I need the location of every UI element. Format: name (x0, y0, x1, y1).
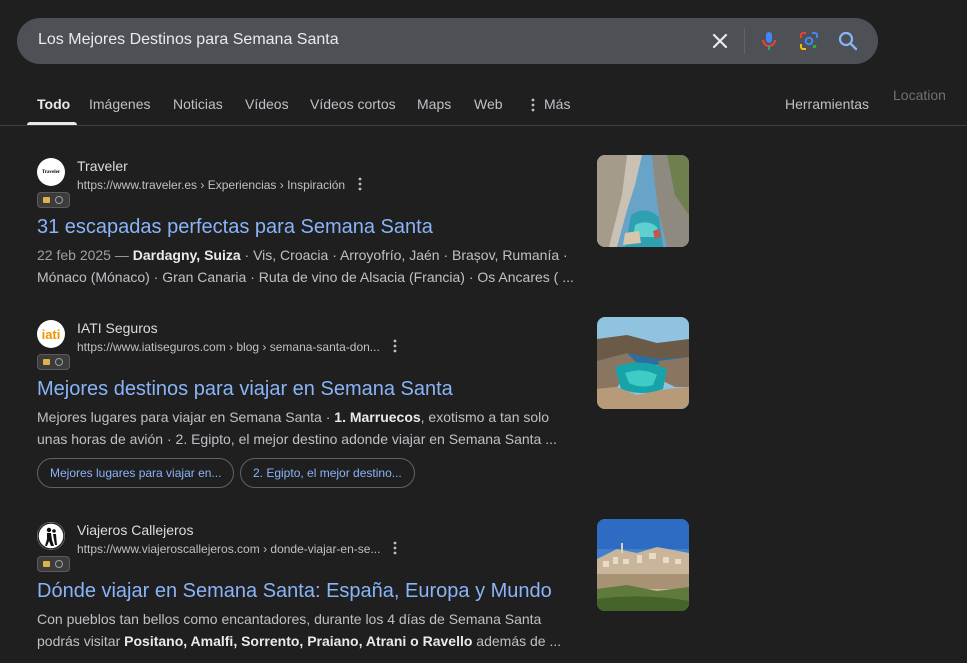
result-title[interactable]: Mejores destinos para viajar en Semana S… (37, 378, 453, 401)
result-badges[interactable] (37, 354, 70, 370)
site-favicon (37, 522, 65, 550)
result-badges[interactable] (37, 556, 70, 572)
tools-button[interactable]: Herramientas (785, 96, 869, 112)
result-snippet: 22 feb 2025 — Dardagny, Suiza · Vis, Cro… (37, 247, 574, 285)
close-icon[interactable] (708, 29, 732, 53)
tab-videos-cortos[interactable]: Vídeos cortos (310, 96, 396, 112)
result-snippet: Mejores lugares para viajar en Semana Sa… (37, 409, 557, 447)
result-snippet: Con pueblos tan bellos como encantadores… (37, 611, 562, 649)
location-label[interactable]: Location (893, 87, 946, 103)
more-vert-icon[interactable] (531, 98, 535, 112)
search-result: Traveler Traveler https://www.traveler.e… (37, 158, 597, 288)
tab-mas[interactable]: Más (544, 96, 570, 112)
lens-icon[interactable] (797, 29, 821, 53)
result-thumbnail[interactable] (597, 155, 689, 247)
site-url[interactable]: https://www.traveler.es › Experiencias ›… (77, 178, 345, 192)
more-options-icon[interactable] (358, 177, 362, 191)
site-name[interactable]: IATI Seguros (77, 320, 158, 336)
header-divider (0, 125, 967, 126)
tab-noticias[interactable]: Noticias (173, 96, 223, 112)
search-bar[interactable]: Los Mejores Destinos para Semana Santa (17, 18, 878, 64)
search-result: Viajeros Callejeros https://www.viajeros… (37, 522, 597, 663)
tab-web[interactable]: Web (474, 96, 503, 112)
sitelink-chip[interactable]: Mejores lugares para viajar en... (37, 458, 234, 488)
more-options-icon[interactable] (393, 339, 397, 353)
result-title[interactable]: 31 escapadas perfectas para Semana Santa (37, 216, 433, 239)
result-thumbnail[interactable] (597, 317, 689, 409)
search-input[interactable]: Los Mejores Destinos para Semana Santa (38, 31, 339, 49)
tab-maps[interactable]: Maps (417, 96, 451, 112)
more-options-icon[interactable] (393, 541, 397, 555)
site-name[interactable]: Traveler (77, 158, 128, 174)
search-divider (744, 28, 745, 54)
tab-todo[interactable]: Todo (37, 96, 70, 112)
result-badges[interactable] (37, 192, 70, 208)
tab-imagenes[interactable]: Imágenes (89, 96, 150, 112)
result-title[interactable]: Dónde viajar en Semana Santa: España, Eu… (37, 580, 552, 603)
site-url[interactable]: https://www.viajeroscallejeros.com › don… (77, 542, 380, 556)
result-thumbnail[interactable] (597, 519, 689, 611)
sitelink-chip[interactable]: 2. Egipto, el mejor destino... (240, 458, 415, 488)
site-name[interactable]: Viajeros Callejeros (77, 522, 193, 538)
tab-videos[interactable]: Vídeos (245, 96, 289, 112)
mic-icon[interactable] (757, 29, 781, 53)
site-favicon: iati (37, 320, 65, 348)
site-url[interactable]: https://www.iatiseguros.com › blog › sem… (77, 340, 380, 354)
site-favicon: Traveler (37, 158, 65, 186)
search-icon[interactable] (836, 29, 860, 53)
